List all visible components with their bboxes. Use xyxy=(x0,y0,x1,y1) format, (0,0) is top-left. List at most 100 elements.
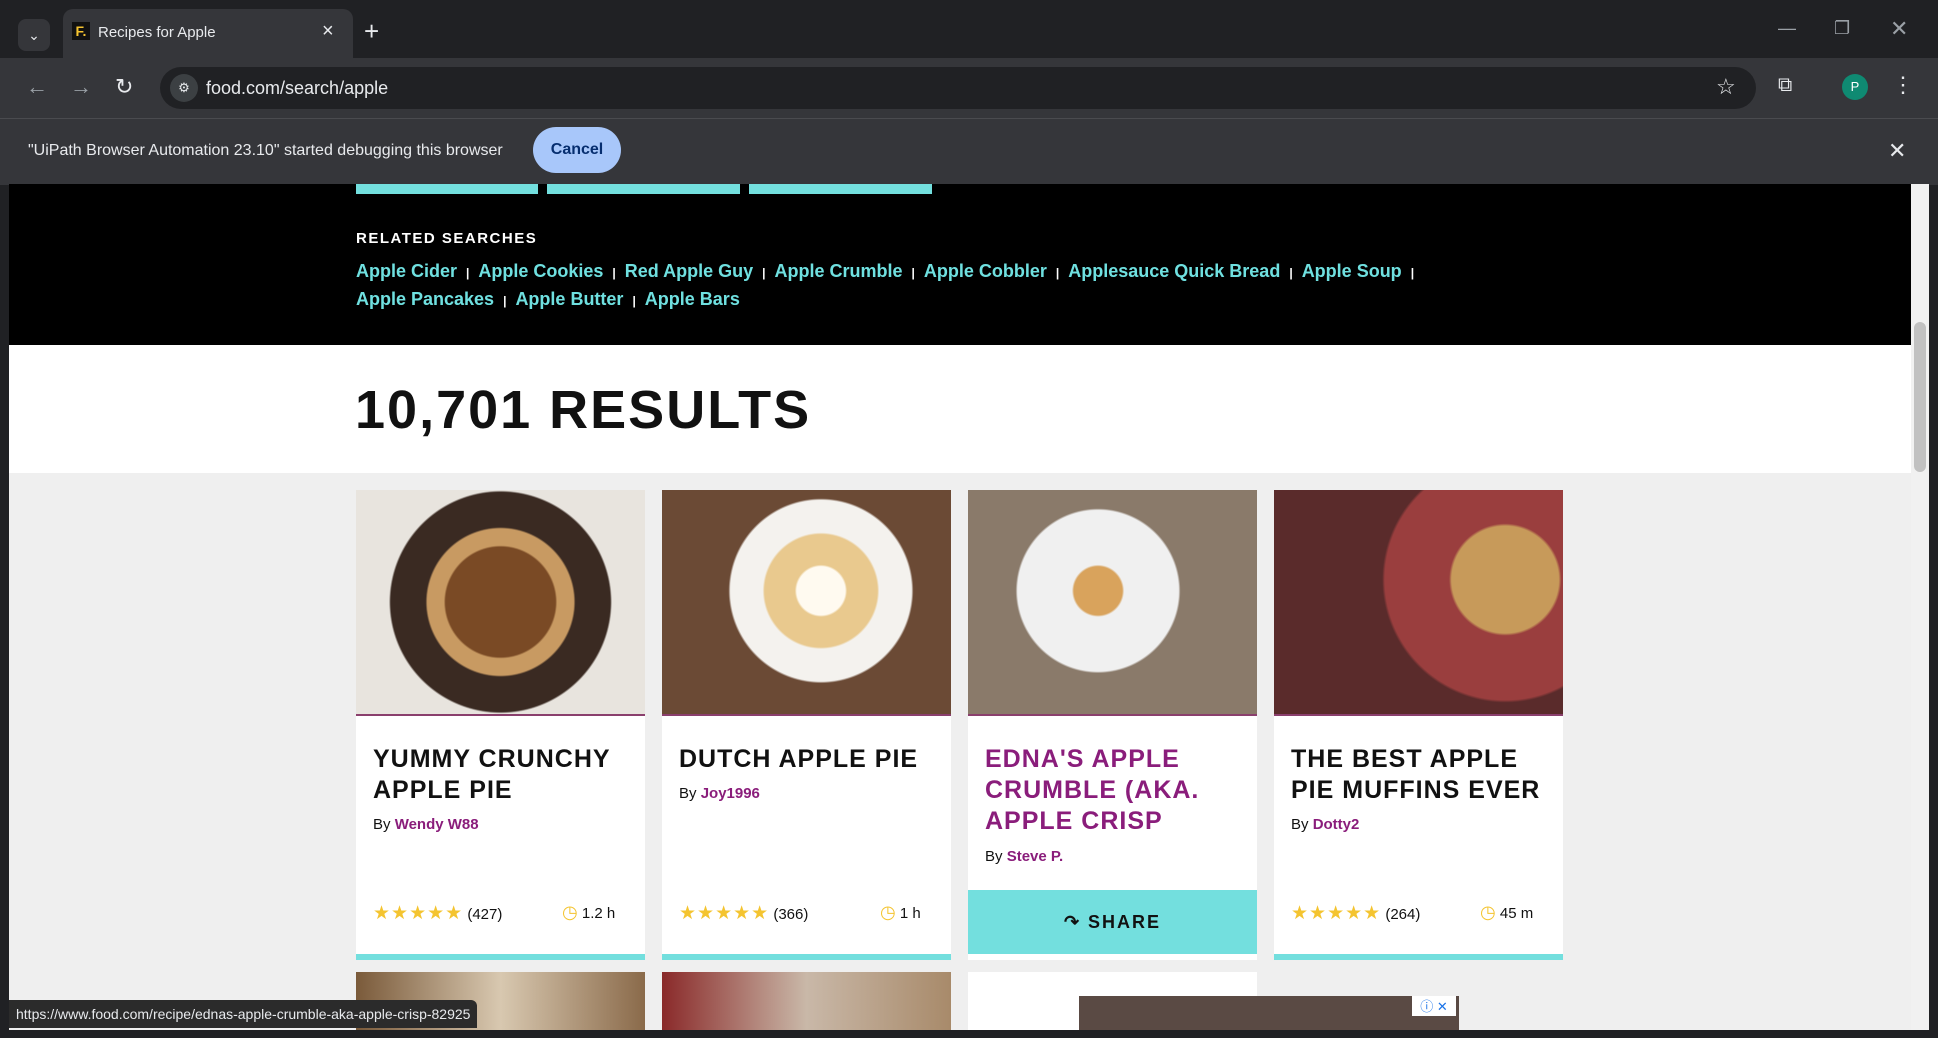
by-label: By xyxy=(985,848,1003,865)
related-link[interactable]: Apple Cobbler xyxy=(924,261,1047,281)
tab-title: Recipes for Apple xyxy=(98,24,216,41)
related-link[interactable]: Apple Cookies xyxy=(478,261,603,281)
ad-choices-icon[interactable]: ⓘ ✕ xyxy=(1412,996,1456,1016)
related-link[interactable]: Apple Butter xyxy=(515,289,623,309)
recipe-card[interactable]: EDNA'S APPLE CRUMBLE (AKA. APPLE CRISP B… xyxy=(968,490,1257,960)
site-info-icon[interactable]: ⚙ xyxy=(170,74,198,102)
scrollbar[interactable] xyxy=(1911,184,1929,1030)
recipe-image[interactable] xyxy=(968,490,1257,716)
recipe-author: By Dotty2 xyxy=(1291,816,1359,833)
cancel-debug-button[interactable]: Cancel xyxy=(533,127,621,173)
recipe-title[interactable]: DUTCH APPLE PIE xyxy=(679,744,939,775)
clock-icon: ◷ xyxy=(1480,902,1496,922)
debug-message: "UiPath Browser Automation 23.10" starte… xyxy=(28,142,503,159)
recipe-image[interactable] xyxy=(662,490,951,716)
recipe-image[interactable] xyxy=(1274,490,1563,716)
star-rating: ★★★★★ xyxy=(1291,903,1382,924)
recipe-time: ◷ 45 m xyxy=(1480,902,1533,923)
recipe-time: ◷ 1.2 h xyxy=(562,902,615,923)
time-value: 1.2 h xyxy=(581,905,616,922)
related-link[interactable]: Apple Pancakes xyxy=(356,289,494,309)
results-header xyxy=(9,345,1911,473)
reload-icon[interactable]: ↻ xyxy=(115,74,133,100)
related-searches-list: Apple Cider | Apple Cookies | Red Apple Guy |… xyxy=(356,258,1496,314)
recipe-title[interactable]: YUMMY CRUNCHY APPLE PIE xyxy=(373,744,633,806)
recipe-card[interactable]: DUTCH APPLE PIE By Joy1996 ★★★★★ (366) ◷… xyxy=(662,490,951,960)
back-arrow-icon[interactable]: ← xyxy=(26,74,48,100)
kebab-menu-icon[interactable]: ⋮ xyxy=(1892,72,1914,98)
profile-avatar[interactable]: P xyxy=(1842,74,1868,100)
related-link[interactable]: Apple Bars xyxy=(645,289,740,309)
close-icon[interactable]: ✕ xyxy=(1888,138,1906,164)
related-link[interactable]: Apple Soup xyxy=(1302,261,1402,281)
page-viewport: RELATED SEARCHES Apple Cider | Apple Cooki… xyxy=(9,184,1911,1030)
related-link[interactable]: Apple Crumble xyxy=(774,261,902,281)
author-link[interactable]: Joy1996 xyxy=(701,785,760,802)
time-value: 45 m xyxy=(1499,905,1534,922)
forward-arrow-icon[interactable]: → xyxy=(70,74,92,100)
close-icon[interactable]: × xyxy=(322,20,334,43)
recipe-image[interactable] xyxy=(356,490,645,716)
separator: | xyxy=(1289,266,1293,280)
filter-button[interactable] xyxy=(356,184,538,194)
chevron-down-icon[interactable]: ⌄ xyxy=(18,19,50,51)
puzzle-icon[interactable]: ⧉ xyxy=(1778,74,1792,97)
related-link[interactable]: Red Apple Guy xyxy=(625,261,753,281)
author-link[interactable]: Dotty2 xyxy=(1313,816,1360,833)
share-button[interactable]: ↷ SHARE xyxy=(968,890,1257,954)
clock-icon: ◷ xyxy=(562,902,578,922)
separator: | xyxy=(911,266,915,280)
recipe-author: By Steve P. xyxy=(985,848,1063,865)
related-link[interactable]: Applesauce Quick Bread xyxy=(1068,261,1280,281)
by-label: By xyxy=(1291,816,1309,833)
by-label: By xyxy=(679,785,697,802)
recipe-rating: ★★★★★ (264) xyxy=(1291,902,1420,925)
clock-icon: ◷ xyxy=(880,902,896,922)
window-close-icon[interactable]: ✕ xyxy=(1890,16,1908,42)
review-count: (427) xyxy=(467,906,503,923)
separator: | xyxy=(1410,266,1415,280)
recipe-image[interactable] xyxy=(662,972,951,1030)
minimize-icon[interactable]: — xyxy=(1778,18,1796,39)
review-count: (264) xyxy=(1385,906,1421,923)
filter-button[interactable] xyxy=(749,184,932,194)
separator: | xyxy=(762,266,766,280)
related-link[interactable]: Apple Cider xyxy=(356,261,457,281)
by-label: By xyxy=(373,816,391,833)
recipe-author: By Wendy W88 xyxy=(373,816,479,833)
separator: | xyxy=(466,266,470,280)
related-searches-heading: RELATED SEARCHES xyxy=(356,230,538,247)
advertisement[interactable] xyxy=(1079,996,1459,1030)
review-count: (366) xyxy=(773,906,809,923)
status-bar-url: https://www.food.com/recipe/ednas-apple-… xyxy=(9,1000,478,1028)
filter-button[interactable] xyxy=(547,184,740,194)
recipe-time: ◷ 1 h xyxy=(880,902,921,923)
recipe-title[interactable]: THE BEST APPLE PIE MUFFINS EVER xyxy=(1291,744,1551,806)
recipe-author: By Joy1996 xyxy=(679,785,760,802)
recipe-card[interactable]: THE BEST APPLE PIE MUFFINS EVER By Dotty… xyxy=(1274,490,1563,960)
share-label: SHARE xyxy=(1088,912,1162,932)
food-logo-icon: F. xyxy=(72,22,90,40)
star-icon[interactable]: ☆ xyxy=(1716,74,1736,100)
recipe-title[interactable]: EDNA'S APPLE CRUMBLE (AKA. APPLE CRISP xyxy=(985,744,1245,837)
results-count: 10,701 RESULTS xyxy=(355,380,812,440)
star-rating: ★★★★★ xyxy=(373,903,464,924)
address-bar[interactable] xyxy=(160,67,1756,109)
plus-icon[interactable]: + xyxy=(364,18,379,44)
related-searches-section: RELATED SEARCHES Apple Cider | Apple Cooki… xyxy=(9,184,1911,345)
restore-icon[interactable]: ❐ xyxy=(1834,18,1850,39)
separator: | xyxy=(1055,266,1060,280)
recipe-card[interactable]: YUMMY CRUNCHY APPLE PIE By Wendy W88 ★★★… xyxy=(356,490,645,960)
time-value: 1 h xyxy=(899,905,921,922)
separator: | xyxy=(612,266,616,280)
share-arrow-icon: ↷ xyxy=(1063,912,1082,932)
recipe-rating: ★★★★★ (427) xyxy=(373,902,502,925)
author-link[interactable]: Wendy W88 xyxy=(395,816,479,833)
author-link[interactable]: Steve P. xyxy=(1007,848,1063,865)
recipe-rating: ★★★★★ (366) xyxy=(679,902,808,925)
separator: | xyxy=(632,294,636,308)
separator: | xyxy=(503,294,507,308)
star-rating: ★★★★★ xyxy=(679,903,770,924)
url-text[interactable]: food.com/search/apple xyxy=(206,78,388,99)
scrollbar-thumb[interactable] xyxy=(1914,322,1926,472)
